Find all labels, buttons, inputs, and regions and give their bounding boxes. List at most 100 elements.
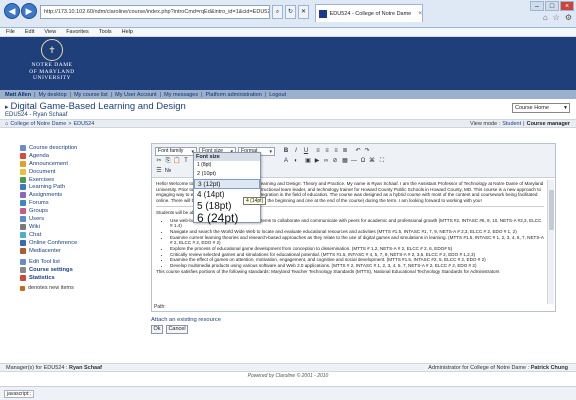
horizontal-rule-icon[interactable]: — <box>350 157 358 165</box>
html-source-icon[interactable]: ⌘ <box>368 157 376 165</box>
tool-item-learning-path[interactable]: Learning Path <box>20 183 130 191</box>
font-size-option[interactable]: 6 (24pt) <box>194 212 260 224</box>
tool-item-wiki[interactable]: Wiki <box>20 223 130 231</box>
cut-icon[interactable]: ✂ <box>155 157 163 165</box>
unlink-icon[interactable]: ⊘ <box>331 157 339 165</box>
tool-item-document[interactable]: Document <box>20 168 130 176</box>
bold-icon[interactable]: B <box>282 147 290 155</box>
undo-icon[interactable]: ↶ <box>354 147 362 155</box>
search-icon[interactable]: ⌕ <box>272 5 283 19</box>
font-family-select[interactable]: Font family▼ <box>155 147 197 156</box>
insert-image-icon[interactable]: ▣ <box>304 157 312 165</box>
settings-gear-icon[interactable]: ⚙ <box>565 13 572 22</box>
highlight-color-icon[interactable]: ◐ <box>292 157 300 165</box>
tool-item-label: Course description <box>29 144 78 151</box>
scroll-thumb[interactable] <box>549 190 554 230</box>
browser-tab[interactable]: EDU524 - College of Notre Dame × <box>315 4 423 22</box>
tool-item-agenda[interactable]: Agenda <box>20 152 130 160</box>
bullet-list-icon[interactable]: ☰ <box>155 167 163 175</box>
ok-button[interactable]: Ok <box>151 325 163 334</box>
redo-icon[interactable]: ↷ <box>363 147 371 155</box>
justify-icon[interactable]: ≣ <box>341 147 349 155</box>
font-size-option[interactable]: 3 (12pt) <box>194 179 260 189</box>
refresh-icon[interactable]: ↻ <box>285 5 296 19</box>
minimize-button[interactable]: – <box>530 1 544 11</box>
attach-resource-link[interactable]: Attach an existing resource <box>151 317 221 323</box>
edit-tool-list-icon <box>20 259 26 266</box>
copy-icon[interactable]: ⎘ <box>164 157 172 165</box>
announcement-icon <box>20 160 26 167</box>
italic-icon[interactable]: I <box>292 147 300 155</box>
view-mode-student[interactable]: Student <box>502 121 521 127</box>
align-left-icon[interactable]: ≡ <box>314 147 322 155</box>
nav-platform-admin[interactable]: Platform administration <box>206 92 262 98</box>
menu-view[interactable]: View <box>44 29 56 35</box>
fullscreen-icon[interactable]: ⛶ <box>378 157 386 165</box>
back-arrow-icon[interactable]: ◀ <box>4 3 20 19</box>
underline-icon[interactable]: U <box>302 147 310 155</box>
course-title[interactable]: ▸ Digital Game-Based Learning and Design <box>5 101 186 112</box>
favorites-star-icon[interactable]: ☆ <box>553 13 560 22</box>
tool-item-conference[interactable]: Online Conference <box>20 239 130 247</box>
stop-icon[interactable]: ✕ <box>298 5 309 19</box>
nav-logout[interactable]: Logout <box>269 92 286 98</box>
admin-name[interactable]: Patrick Chung <box>531 365 568 371</box>
nav-my-user-account[interactable]: My User Account <box>115 92 157 98</box>
paste-text-icon[interactable]: T <box>182 157 190 165</box>
insert-link-icon[interactable]: ∞ <box>322 157 330 165</box>
course-home-select[interactable]: Course Home ▼ <box>512 103 570 113</box>
menu-file[interactable]: File <box>6 29 15 35</box>
nav-my-desktop[interactable]: My desktop <box>39 92 67 98</box>
separator: | <box>159 91 162 98</box>
align-center-icon[interactable]: ≡ <box>323 147 331 155</box>
tool-item-assignments[interactable]: Assignments <box>20 191 130 199</box>
home-icon: ⌂ <box>5 121 9 127</box>
tool-item-users[interactable]: Users <box>20 215 130 223</box>
forward-arrow-icon[interactable]: ▶ <box>21 3 37 19</box>
tool-item-label: Forums <box>29 200 49 207</box>
tool-item-edit-tool-list[interactable]: Edit Tool list <box>20 258 130 266</box>
menu-edit[interactable]: Edit <box>25 29 34 35</box>
text-color-icon[interactable]: A <box>282 157 290 165</box>
menu-tools[interactable]: Tools <box>99 29 112 35</box>
admin-label: Administrator for College of Notre Dame … <box>428 365 530 371</box>
tool-item-forums[interactable]: Forums <box>20 199 130 207</box>
menu-favorites[interactable]: Favorites <box>66 29 89 35</box>
tool-item-announcement[interactable]: Announcement <box>20 160 130 168</box>
font-size-option[interactable]: 2 (10pt) <box>194 170 260 179</box>
address-bar[interactable]: http://173.10.102.60/ndm/claroline/cours… <box>40 5 270 19</box>
tool-item-label: Learning Path <box>29 184 66 191</box>
insert-media-icon[interactable]: ▶ <box>313 157 321 165</box>
separator: | <box>264 91 267 98</box>
breadcrumb-course[interactable]: EDU524 <box>74 121 95 127</box>
breadcrumb: ⌂ College of Notre Dame > EDU524 <box>5 121 94 127</box>
numbered-list-icon[interactable]: № <box>164 167 172 175</box>
view-mode-manager[interactable]: Course manager <box>527 121 570 127</box>
cancel-button[interactable]: Cancel <box>166 325 188 334</box>
align-right-icon[interactable]: ≡ <box>332 147 340 155</box>
tool-item-mediacenter[interactable]: Mediacenter <box>20 247 130 255</box>
manager-name[interactable]: Ryan Schaaf <box>69 365 102 371</box>
window-close-button[interactable]: × <box>560 1 574 11</box>
tool-item-exercises[interactable]: Exercises <box>20 176 130 184</box>
tool-item-description[interactable]: Course description <box>20 144 130 152</box>
nav-my-messages[interactable]: My messages <box>164 92 198 98</box>
view-mode: View mode : Student | Course manager <box>470 121 570 127</box>
university-logo[interactable]: ✝ NOTRE DAME OF MARYLAND UNIVERSITY <box>6 39 98 87</box>
tool-item-chat[interactable]: Chat <box>20 231 130 239</box>
menu-help[interactable]: Help <box>122 29 133 35</box>
font-size-dropdown[interactable]: Font size 1 (8pt) 2 (10pt) 3 (12pt) 4 (14pt… <box>193 152 261 224</box>
table-icon[interactable]: ▦ <box>341 157 349 165</box>
tool-item-statistics[interactable]: Statistics <box>20 274 130 282</box>
nav-my-course-list[interactable]: My course list <box>74 92 108 98</box>
editor-scrollbar[interactable] <box>547 180 554 304</box>
tab-close-icon[interactable]: × <box>418 11 422 17</box>
special-char-icon[interactable]: Ω <box>359 157 367 165</box>
paste-icon[interactable]: 📋 <box>173 157 181 165</box>
breadcrumb-college[interactable]: College of Notre Dame <box>10 121 66 127</box>
font-size-option[interactable]: 1 (8pt) <box>194 161 260 170</box>
tool-item-course-settings[interactable]: Course settings <box>20 266 130 274</box>
home-icon[interactable]: ⌂ <box>543 13 548 22</box>
maximize-button[interactable]: □ <box>545 1 559 11</box>
tool-item-groups[interactable]: Groups <box>20 207 130 215</box>
